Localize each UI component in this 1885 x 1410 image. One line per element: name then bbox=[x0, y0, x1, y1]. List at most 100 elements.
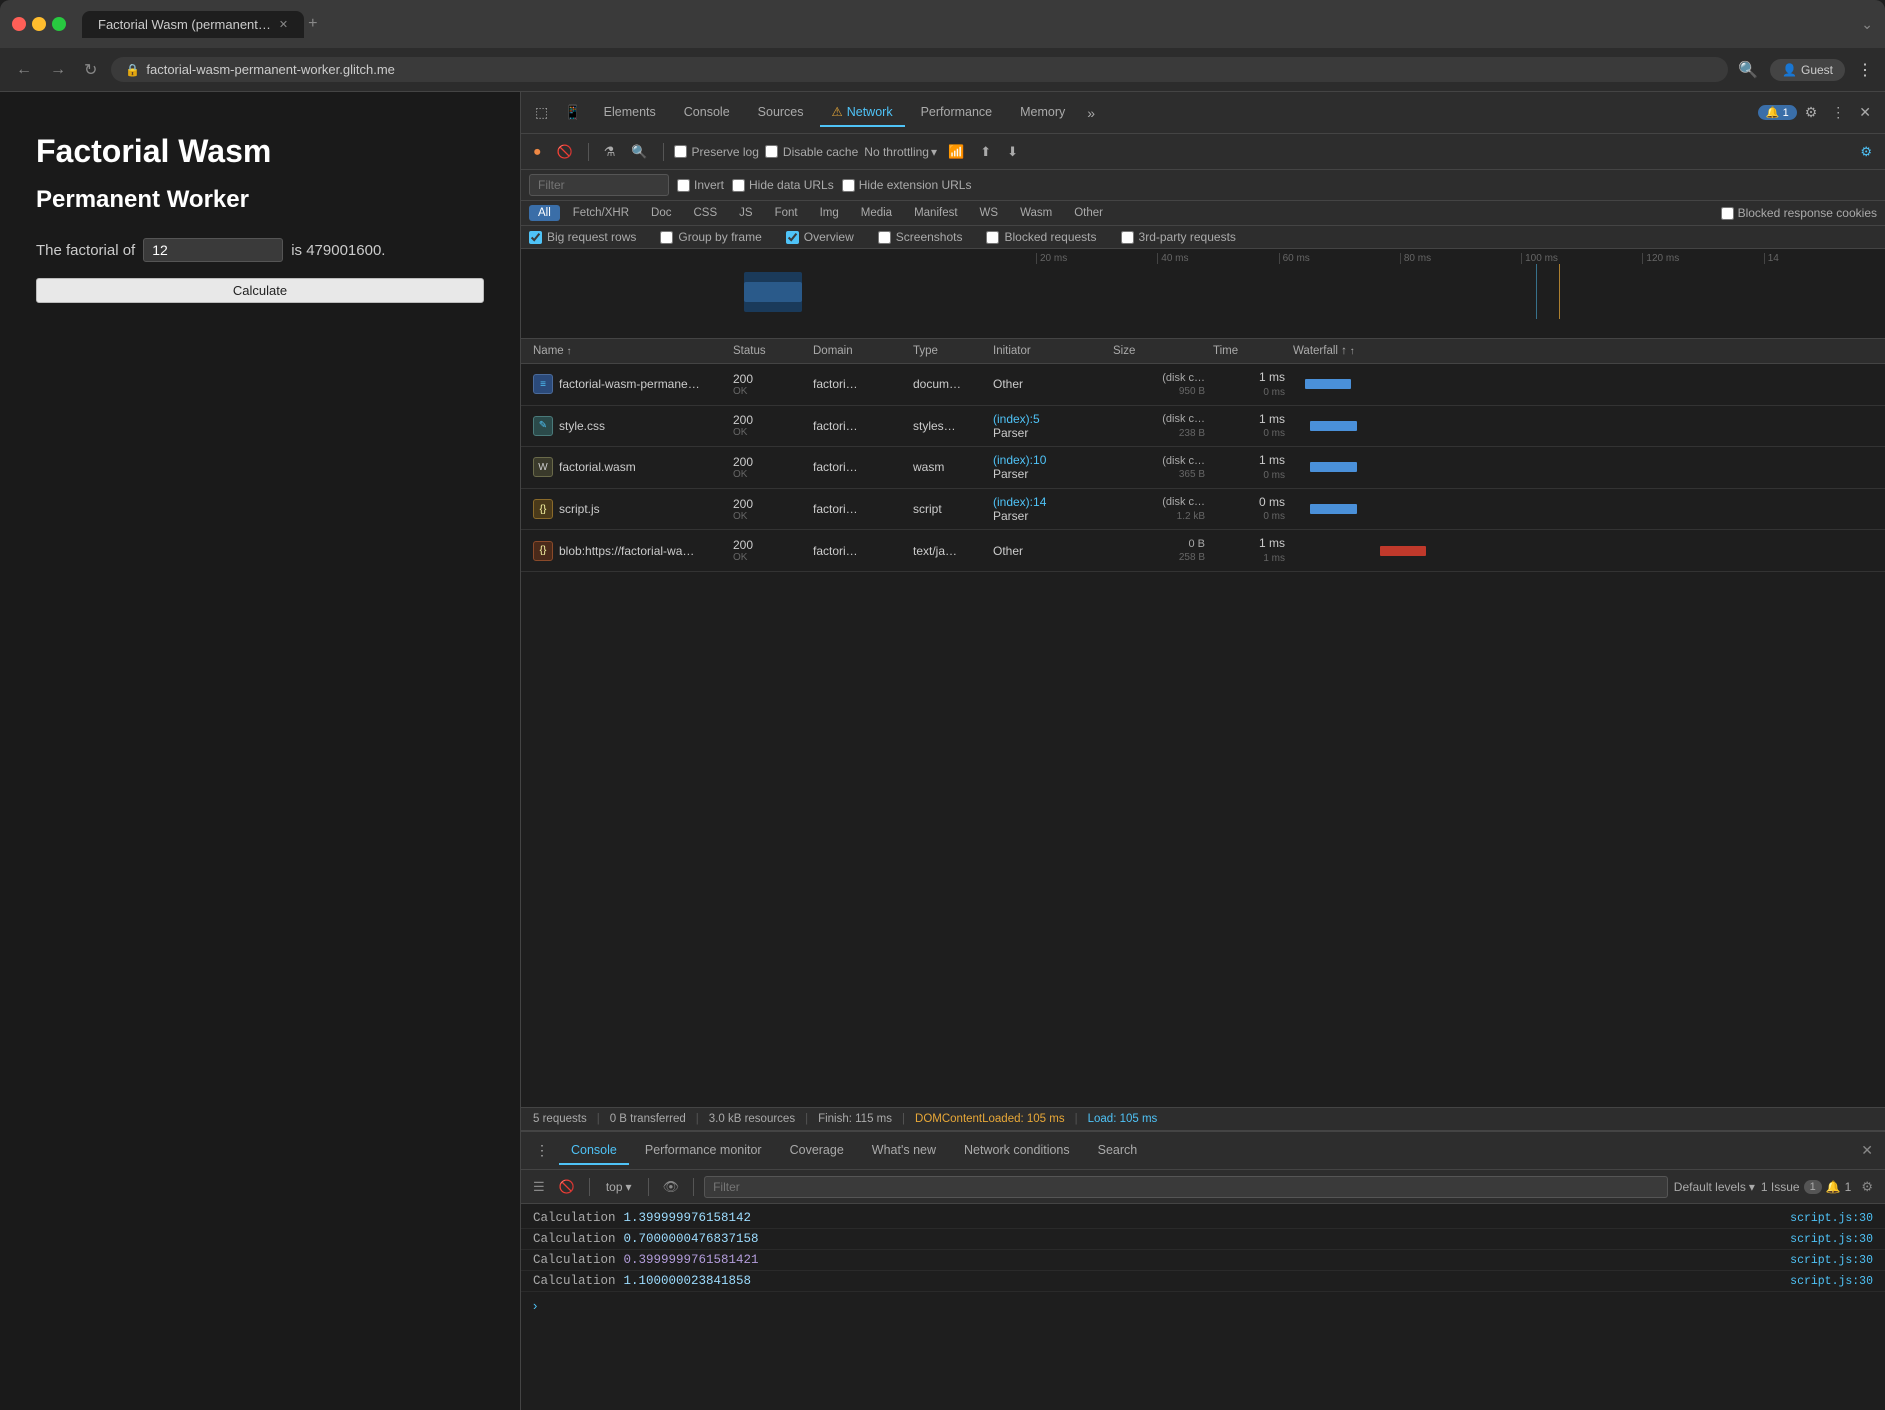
hide-ext-urls-label[interactable]: Hide extension URLs bbox=[842, 178, 972, 192]
console-clear-btn[interactable]: 🚫 bbox=[555, 1177, 579, 1197]
blocked-cookies-label[interactable]: Blocked response cookies bbox=[1721, 206, 1877, 220]
maximize-window-btn[interactable] bbox=[52, 17, 66, 31]
type-pill-ws[interactable]: WS bbox=[971, 205, 1008, 221]
calc-link-1[interactable]: script.js:30 bbox=[1790, 1212, 1873, 1225]
type-pill-wasm[interactable]: Wasm bbox=[1011, 205, 1061, 221]
preserve-log-checkbox[interactable] bbox=[674, 145, 687, 158]
minimize-window-btn[interactable] bbox=[32, 17, 46, 31]
issues-badge[interactable]: 🔔 1 bbox=[1758, 105, 1797, 120]
download-icon[interactable]: ⬇ bbox=[1002, 141, 1023, 163]
throttle-btn[interactable]: No throttling ▾ bbox=[864, 145, 937, 159]
filter-btn[interactable]: ⚗ bbox=[599, 141, 621, 163]
type-pill-media[interactable]: Media bbox=[852, 205, 901, 221]
network-settings-btn[interactable]: ⚙ bbox=[1855, 141, 1877, 163]
tab-network[interactable]: ⚠ Network bbox=[820, 98, 905, 127]
tab-perf-monitor[interactable]: Performance monitor bbox=[633, 1137, 774, 1165]
tab-coverage[interactable]: Coverage bbox=[778, 1137, 856, 1165]
big-rows-checkbox[interactable] bbox=[529, 231, 542, 244]
console-close-btn[interactable]: ✕ bbox=[1857, 1138, 1877, 1163]
tab-console[interactable]: Console bbox=[672, 99, 742, 127]
tab-whats-new[interactable]: What's new bbox=[860, 1137, 948, 1165]
calc-link-4[interactable]: script.js:30 bbox=[1790, 1275, 1873, 1288]
url-bar[interactable]: 🔒 factorial-wasm-permanent-worker.glitch… bbox=[111, 57, 1728, 82]
devtools-settings-btn[interactable]: ⚙ bbox=[1799, 100, 1824, 125]
blocked-cookies-checkbox[interactable] bbox=[1721, 207, 1734, 220]
devtools-close-btn[interactable]: ✕ bbox=[1853, 100, 1877, 125]
eye-icon[interactable]: 👁 bbox=[659, 1177, 684, 1197]
console-sidebar-btn[interactable]: ☰ bbox=[529, 1177, 549, 1197]
overview-label[interactable]: Overview bbox=[786, 230, 854, 244]
record-btn[interactable]: ⏺ bbox=[529, 141, 546, 163]
type-pill-img[interactable]: Img bbox=[811, 205, 848, 221]
wifi-icon[interactable]: 📶 bbox=[943, 141, 969, 163]
table-row[interactable]: ✎ style.css 200OK factori… styles… (inde… bbox=[521, 406, 1885, 448]
hide-data-urls-checkbox[interactable] bbox=[732, 179, 745, 192]
default-levels-btn[interactable]: Default levels ▾ bbox=[1674, 1180, 1755, 1194]
preserve-log-label[interactable]: Preserve log bbox=[674, 145, 759, 159]
console-settings-btn[interactable]: ⚙ bbox=[1857, 1177, 1877, 1197]
search-btn[interactable]: 🔍 bbox=[626, 141, 652, 163]
type-pill-manifest[interactable]: Manifest bbox=[905, 205, 966, 221]
blocked-requests-checkbox[interactable] bbox=[986, 231, 999, 244]
table-row[interactable]: {} blob:https://factorial-wa… 200OK fact… bbox=[521, 530, 1885, 572]
invert-checkbox-label[interactable]: Invert bbox=[677, 178, 724, 192]
calc-link-2[interactable]: script.js:30 bbox=[1790, 1233, 1873, 1246]
group-by-frame-checkbox[interactable] bbox=[660, 231, 673, 244]
third-party-label[interactable]: 3rd-party requests bbox=[1121, 230, 1236, 244]
tab-sources[interactable]: Sources bbox=[746, 99, 816, 127]
disable-cache-label[interactable]: Disable cache bbox=[765, 145, 858, 159]
tab-console-main[interactable]: Console bbox=[559, 1137, 629, 1165]
guest-btn[interactable]: 👤 Guest bbox=[1770, 59, 1845, 81]
devtools-device-btn[interactable]: 📱 bbox=[558, 100, 587, 125]
forward-btn[interactable]: → bbox=[46, 57, 70, 83]
clear-btn[interactable]: 🚫 bbox=[552, 141, 578, 163]
blocked-requests-label[interactable]: Blocked requests bbox=[986, 230, 1096, 244]
console-menu-btn[interactable]: ⋮ bbox=[529, 1138, 555, 1163]
upload-icon[interactable]: ⬆ bbox=[975, 141, 996, 163]
tab-performance[interactable]: Performance bbox=[909, 99, 1005, 127]
type-pill-js[interactable]: JS bbox=[730, 205, 761, 221]
profiles-chevron[interactable]: ⌄ bbox=[1861, 16, 1873, 33]
browser-tab[interactable]: Factorial Wasm (permanent… ✕ bbox=[82, 11, 304, 38]
tab-network-conditions[interactable]: Network conditions bbox=[952, 1137, 1082, 1165]
filter-input[interactable] bbox=[529, 174, 669, 196]
close-window-btn[interactable] bbox=[12, 17, 26, 31]
type-pill-font[interactable]: Font bbox=[766, 205, 807, 221]
tab-memory[interactable]: Memory bbox=[1008, 99, 1077, 127]
screenshots-label[interactable]: Screenshots bbox=[878, 230, 963, 244]
group-by-frame-label[interactable]: Group by frame bbox=[660, 230, 761, 244]
factorial-input[interactable] bbox=[143, 238, 283, 262]
tab-search[interactable]: Search bbox=[1086, 1137, 1150, 1165]
header-name[interactable]: Name bbox=[529, 345, 729, 357]
console-filter-input[interactable] bbox=[704, 1176, 1668, 1198]
type-pill-other[interactable]: Other bbox=[1065, 205, 1112, 221]
type-pill-fetch[interactable]: Fetch/XHR bbox=[564, 205, 638, 221]
type-pill-all[interactable]: All bbox=[529, 205, 560, 221]
hide-data-urls-label[interactable]: Hide data URLs bbox=[732, 178, 834, 192]
back-btn[interactable]: ← bbox=[12, 57, 36, 83]
reload-btn[interactable]: ↻ bbox=[80, 56, 101, 84]
disable-cache-checkbox[interactable] bbox=[765, 145, 778, 158]
table-row[interactable]: W factorial.wasm 200OK factori… wasm (in… bbox=[521, 447, 1885, 489]
issues-indicator[interactable]: 1 Issue 1 🔔 1 bbox=[1761, 1180, 1851, 1194]
header-waterfall[interactable]: Waterfall ↑ bbox=[1289, 345, 1877, 357]
third-party-checkbox[interactable] bbox=[1121, 231, 1134, 244]
devtools-more-btn[interactable]: ⋮ bbox=[1825, 100, 1851, 125]
table-row[interactable]: {} script.js 200OK factori… script (inde… bbox=[521, 489, 1885, 531]
hide-ext-urls-checkbox[interactable] bbox=[842, 179, 855, 192]
zoom-icon[interactable]: 🔍 bbox=[1738, 60, 1758, 80]
overview-checkbox[interactable] bbox=[786, 231, 799, 244]
more-btn[interactable]: ⋮ bbox=[1857, 60, 1873, 80]
type-pill-doc[interactable]: Doc bbox=[642, 205, 680, 221]
top-context-btn[interactable]: top ▾ bbox=[600, 1178, 638, 1196]
screenshots-checkbox[interactable] bbox=[878, 231, 891, 244]
calculate-button[interactable]: Calculate bbox=[36, 278, 484, 303]
type-pill-css[interactable]: CSS bbox=[684, 205, 726, 221]
devtools-inspect-btn[interactable]: ⬚ bbox=[529, 100, 554, 125]
table-row[interactable]: ≡ factorial-wasm-permane… 200OK factori…… bbox=[521, 364, 1885, 406]
calc-link-3[interactable]: script.js:30 bbox=[1790, 1254, 1873, 1267]
more-tabs-btn[interactable]: » bbox=[1081, 101, 1101, 125]
tab-close-btn[interactable]: ✕ bbox=[279, 18, 288, 31]
big-rows-label[interactable]: Big request rows bbox=[529, 230, 636, 244]
invert-checkbox[interactable] bbox=[677, 179, 690, 192]
